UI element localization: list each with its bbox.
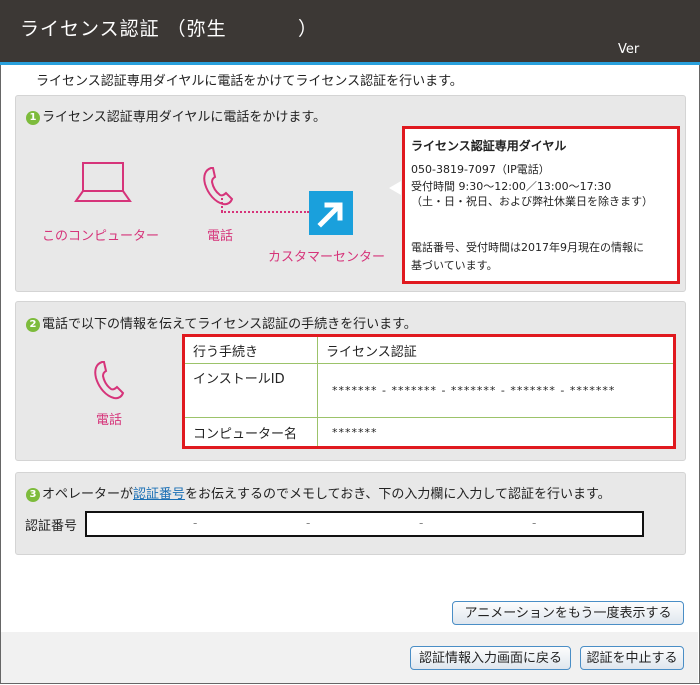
auth-code-input[interactable]: - - - - [85,511,644,537]
back-to-input-button[interactable]: 認証情報入力画面に戻る [410,646,571,670]
computer-name-key: コンピューター名 [183,417,318,448]
dial-hours: 受付時間 9:30～12:00／13:00～17:30 [411,180,612,193]
auth-number-link[interactable]: 認証番号 [133,487,185,502]
step2-heading: 2 電話で以下の情報を伝えてライセンス認証の手続きを行います。 [26,313,417,332]
replay-animation-button[interactable]: アニメーションをもう一度表示する [452,601,684,625]
dial-info-title: ライセンス認証専用ダイヤル [411,139,567,153]
connection-line [221,211,309,213]
customer-center-icon [309,191,353,235]
code-separator: - [419,516,424,530]
computer-name-value: ******* [317,417,675,448]
phone-icon [203,167,234,206]
code-separator: - [532,516,537,530]
customer-center-label: カスタマーセンター [268,250,386,265]
window-title-close: ） [298,18,318,40]
dial-phone-number: 050-3819-7097（IP電話） [411,163,550,176]
phone-icon [94,361,125,400]
table-row: コンピューター名 ******* [183,417,675,448]
window-title: ライセンス認証 （弥生 [20,18,227,40]
step2-heading-text: 電話で以下の情報を伝えてライセンス認証の手続きを行います。 [42,317,417,332]
computer-icon [74,162,132,202]
dial-closed-days: （土・日・祝日、および弊社休業日を除きます） [411,195,653,208]
table-row: インストールID ******* - ******* - ******* - *… [183,363,675,418]
step1-heading-text: ライセンス認証専用ダイヤルに電話をかけます。 [42,110,327,125]
dial-note-line1: 電話番号、受付時間は2017年9月現在の情報に [411,241,644,254]
step3-heading-pre: オペレーターが [42,487,134,502]
version-label: Ver [618,42,640,57]
phone-label: 電話 [207,229,234,244]
intro-text: ライセンス認証専用ダイヤルに電話をかけてライセンス認証を行います。 [36,74,463,89]
procedure-table: 行う手続き ライセンス認証 インストールID ******* - *******… [182,334,676,449]
install-id-value: ******* - ******* - ******* - ******* - … [317,363,675,418]
cancel-auth-button[interactable]: 認証を中止する [580,646,684,670]
step3-badge: 3 [26,488,40,502]
step2-phone-label: 電話 [96,413,123,428]
procedure-value: ライセンス認証 [317,335,675,364]
step3-heading-post: をお伝えするのでメモしておき、下の入力欄に入力して認証を行います。 [185,487,611,502]
connection-line-vertical [221,198,223,212]
auth-code-label: 認証番号 [25,519,78,534]
table-row: 行う手続き ライセンス認証 [183,335,675,364]
title-bar: ライセンス認証 （弥生 ） Ver [0,0,700,62]
info-pointer [389,181,401,195]
step1-heading: 1 ライセンス認証専用ダイヤルに電話をかけます。 [26,106,326,125]
dial-info-box: ライセンス認証専用ダイヤル 050-3819-7097（IP電話） 受付時間 9… [402,126,680,284]
dial-note-line2: 基づいています。 [411,259,498,272]
install-id-key: インストールID [183,363,318,418]
computer-label: このコンピューター [42,229,160,244]
code-separator: - [306,516,311,530]
procedure-key: 行う手続き [183,335,318,364]
step1-badge: 1 [26,111,40,125]
code-separator: - [193,516,198,530]
step2-badge: 2 [26,318,40,332]
step3-heading: 3 オペレーターが認証番号をお伝えするのでメモしておき、下の入力欄に入力して認証を… [26,483,611,502]
